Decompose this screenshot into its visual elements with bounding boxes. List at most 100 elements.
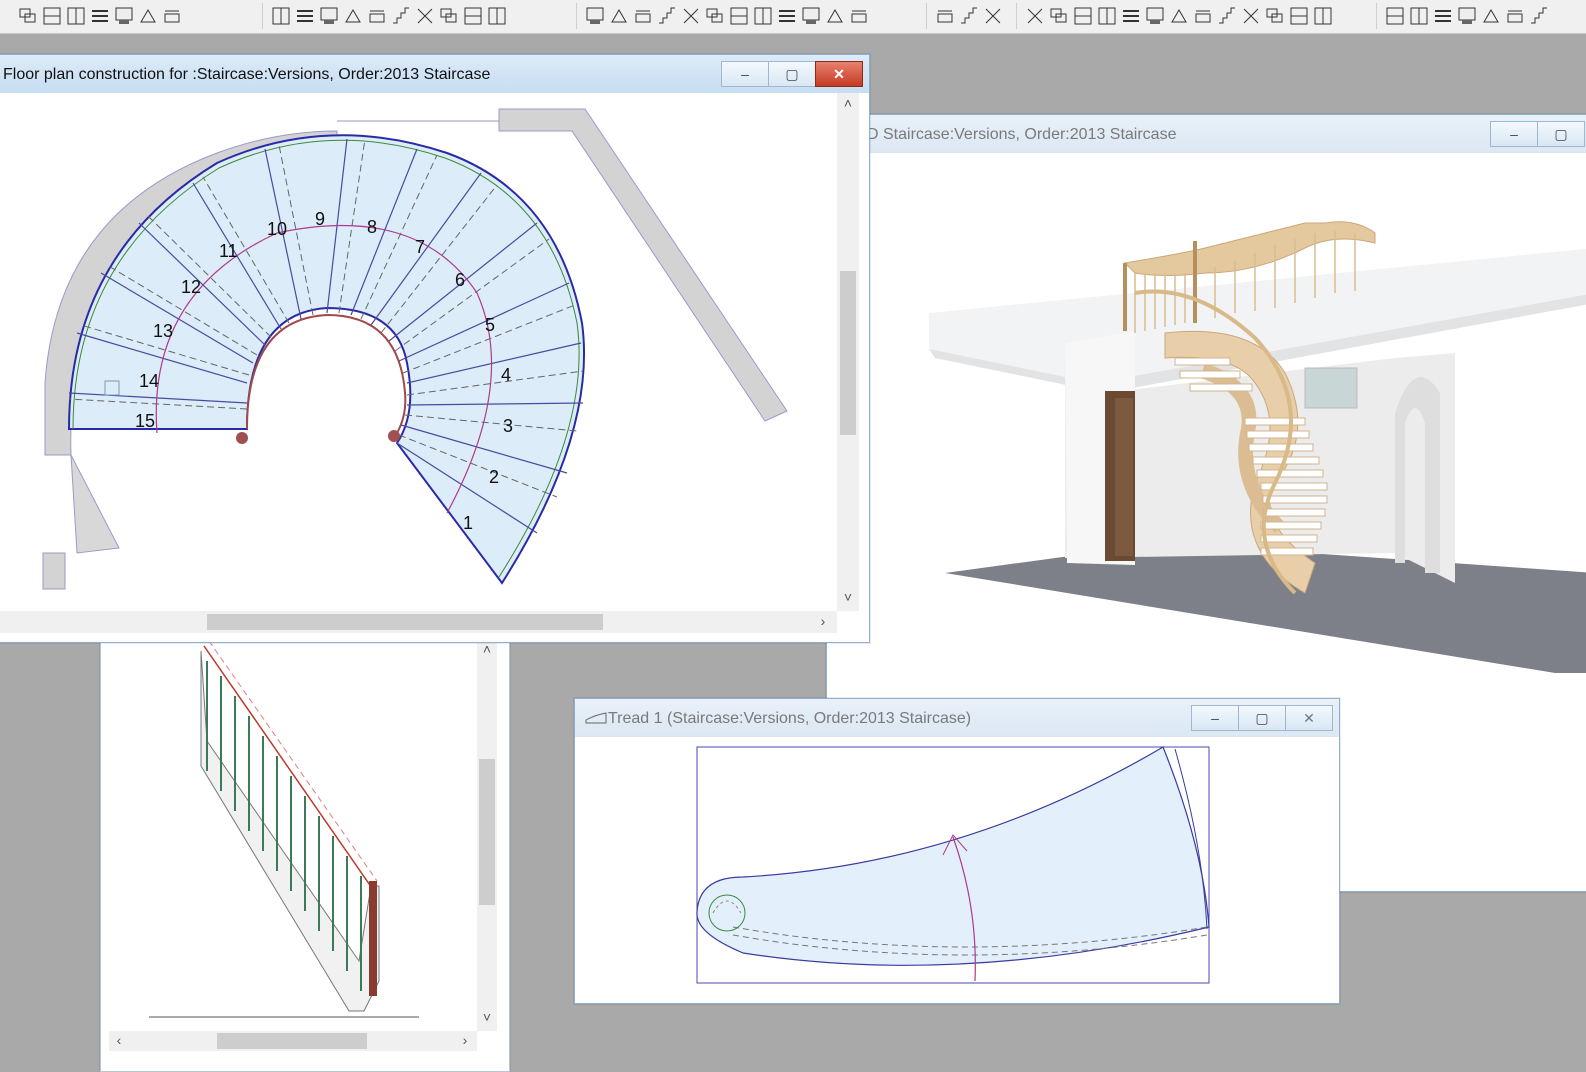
view-3d-minimize-button[interactable]: – (1490, 121, 1538, 147)
pointer-button[interactable] (957, 4, 981, 28)
stair-section-icon (320, 7, 338, 24)
stair-car-button[interactable] (485, 4, 509, 28)
bisect-button[interactable] (1503, 4, 1527, 28)
elevation-window[interactable]: ˄ ˅ ‹ › (100, 600, 510, 1072)
tread-maximize-button[interactable]: ▢ (1238, 705, 1286, 731)
tread-close-button[interactable]: ✕ (1285, 705, 1333, 731)
floorplan-titlebar[interactable]: Floor plan construction for :Staircase:V… (0, 55, 869, 93)
line-button[interactable] (1431, 4, 1455, 28)
stair-end-marker (388, 430, 400, 442)
polygon-button[interactable] (1383, 4, 1407, 28)
perpendicular-icon (1531, 7, 1547, 24)
window-import-button[interactable] (136, 4, 160, 28)
elevation-horizontal-scroll-thumb[interactable] (217, 1033, 367, 1049)
move-button[interactable] (1119, 4, 1143, 28)
scroll-right-icon[interactable]: › (457, 1032, 473, 1048)
stair-plot-button[interactable] (461, 4, 485, 28)
post-button[interactable] (799, 4, 823, 28)
elevation-canvas[interactable] (109, 601, 477, 1031)
window-list-button[interactable] (88, 4, 112, 28)
perpendicular-button[interactable] (1527, 4, 1551, 28)
floorplan-window[interactable]: Floor plan construction for :Staircase:V… (0, 54, 870, 643)
stair-plan-icon (272, 7, 290, 25)
material-button[interactable] (823, 4, 847, 28)
toolbar-group-drawing (1376, 3, 1551, 29)
settings-button[interactable] (847, 4, 871, 28)
floorplan-minimize-button[interactable]: – (721, 61, 769, 87)
tread-window[interactable]: Tread 1 (Staircase:Versions, Order:2013 … (574, 698, 1340, 1004)
floorplan-vertical-scroll-thumb[interactable] (840, 271, 856, 435)
landing-button[interactable] (775, 4, 799, 28)
view-right-button[interactable] (1095, 4, 1119, 28)
view-top-button[interactable] (1191, 4, 1215, 28)
stair-plan-button[interactable] (269, 4, 293, 28)
step-number: 5 (485, 315, 495, 335)
dimension-button[interactable] (583, 4, 607, 28)
tread-titlebar[interactable]: Tread 1 (Staircase:Versions, Order:2013 … (575, 699, 1339, 737)
scroll-down-icon[interactable]: ˅ (479, 1009, 495, 1025)
maximize-icon: ▢ (1255, 709, 1269, 726)
stair-elevation-button[interactable] (293, 4, 317, 28)
floorplan-horizontal-scroll-thumb[interactable] (207, 614, 603, 630)
view-iso2-button[interactable] (1263, 4, 1287, 28)
floorplan-maximize-button[interactable]: ▢ (768, 61, 816, 87)
rotate-button[interactable] (1143, 4, 1167, 28)
floorplan-canvas[interactable]: 1 2 3 4 5 6 7 8 9 10 11 12 13 14 15 (0, 93, 837, 611)
tread-minimize-button[interactable]: – (1191, 705, 1239, 731)
riser-button[interactable] (727, 4, 751, 28)
view-iso3-button[interactable] (1287, 4, 1311, 28)
window-export-button[interactable] (112, 4, 136, 28)
stair-shade-button[interactable] (413, 4, 437, 28)
window-split-vertical-button[interactable] (64, 4, 88, 28)
view-front-button[interactable] (1023, 4, 1047, 28)
floorplan-close-button[interactable]: ✕ (815, 61, 863, 87)
elevation-vertical-scrollbar[interactable]: ˄ ˅ (477, 641, 497, 1031)
scroll-down-icon[interactable]: ˅ (840, 589, 856, 605)
window-cascade-button[interactable] (16, 4, 40, 28)
balustrade-button[interactable] (631, 4, 655, 28)
line-dashed-button[interactable] (1455, 4, 1479, 28)
frame-button[interactable] (607, 4, 631, 28)
view-iso4-button[interactable] (1311, 4, 1335, 28)
snap-button[interactable] (933, 4, 957, 28)
stair-section-button[interactable] (317, 4, 341, 28)
window-close-button[interactable] (160, 4, 184, 28)
tread-drawing (696, 746, 1210, 984)
main-toolbar (0, 0, 1586, 34)
view-right-icon (1098, 7, 1116, 25)
view-3d-maximize-button[interactable]: ▢ (1537, 121, 1585, 147)
intersect-button[interactable] (1479, 4, 1503, 28)
scroll-up-icon[interactable]: ˄ (479, 641, 495, 657)
zoom-button[interactable] (1167, 4, 1191, 28)
view-bottom-button[interactable] (1215, 4, 1239, 28)
view-back-button[interactable] (1047, 4, 1071, 28)
scroll-left-icon[interactable]: ‹ (111, 1032, 127, 1048)
view-3d-titlebar[interactable]: D Staircase:Versions, Order:2013 Stairca… (827, 115, 1586, 153)
elevation-horizontal-scrollbar[interactable]: ‹ › (109, 1031, 477, 1051)
view-iso1-button[interactable] (1239, 4, 1263, 28)
window-split-horizontal-icon (43, 7, 61, 25)
stair-hidden-button[interactable] (389, 4, 413, 28)
tread-button[interactable] (703, 4, 727, 28)
floorplan-horizontal-scrollbar[interactable]: › (0, 611, 837, 633)
rail-button[interactable] (679, 4, 703, 28)
pointer-icon (961, 7, 977, 24)
stair-3d-button[interactable] (341, 4, 365, 28)
tread-canvas[interactable] (583, 737, 1331, 995)
minimize-icon: – (1211, 710, 1219, 726)
window-split-horizontal-button[interactable] (40, 4, 64, 28)
view-left-button[interactable] (1071, 4, 1095, 28)
scroll-up-icon[interactable]: ˄ (840, 95, 856, 111)
stair-render-button[interactable] (365, 4, 389, 28)
stringer-button[interactable] (751, 4, 775, 28)
angle-button[interactable] (1407, 4, 1431, 28)
fly-button[interactable] (981, 4, 1005, 28)
view-iso3-icon (1290, 7, 1308, 25)
stair-print-button[interactable] (437, 4, 461, 28)
spiral-stair-plan-drawing: 1 2 3 4 5 6 7 8 9 10 11 12 13 14 15 (42, 108, 788, 590)
floorplan-vertical-scrollbar[interactable]: ˄ ˅ (837, 93, 859, 611)
scroll-right-icon[interactable]: › (815, 613, 831, 629)
handrail-button[interactable] (655, 4, 679, 28)
material-icon (827, 9, 843, 23)
elevation-vertical-scroll-thumb[interactable] (479, 759, 495, 905)
